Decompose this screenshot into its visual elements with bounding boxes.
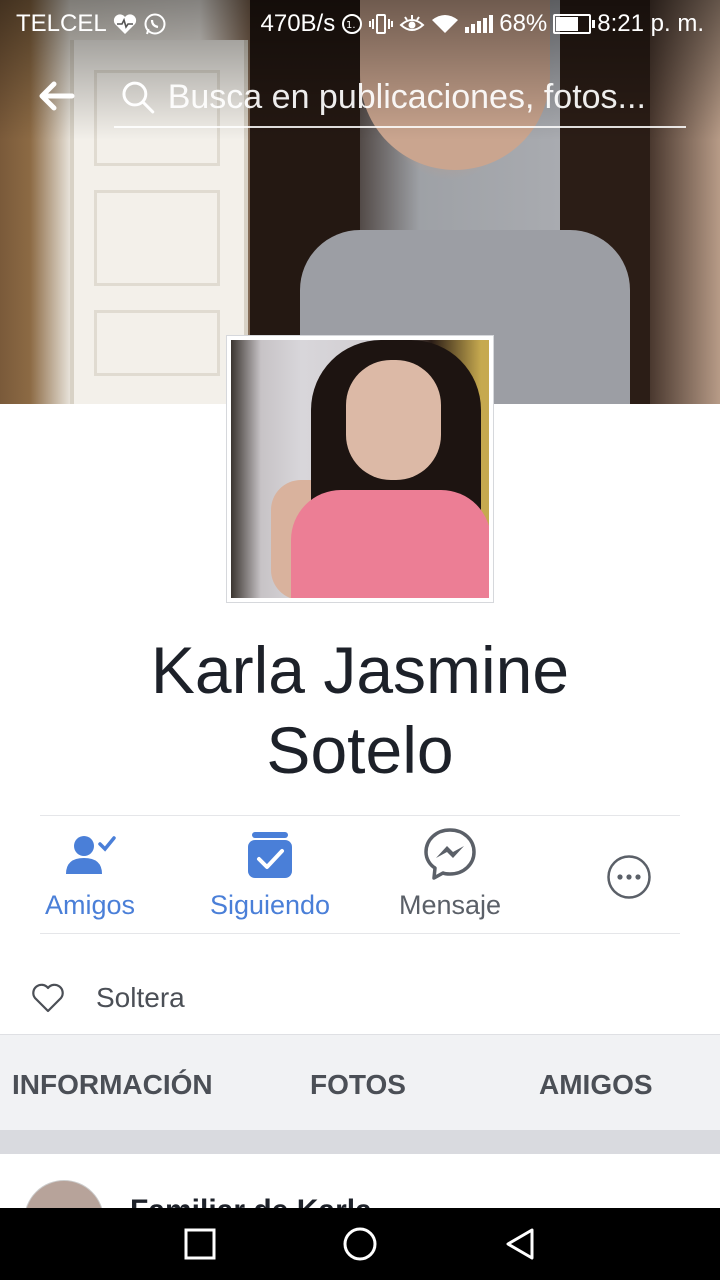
- relationship-row: Soltera: [30, 976, 185, 1020]
- search-bar[interactable]: [114, 68, 686, 128]
- back-triangle-icon[interactable]: [502, 1226, 538, 1262]
- messenger-icon: [424, 828, 476, 880]
- post-preview[interactable]: Familiar de Karla: [0, 1154, 720, 1208]
- profile-picture[interactable]: [226, 335, 494, 603]
- post-avatar[interactable]: [24, 1180, 104, 1208]
- post-author[interactable]: Familiar de Karla: [130, 1194, 372, 1208]
- health-heart-icon: [113, 14, 136, 35]
- following-check-icon: [248, 832, 292, 878]
- message-button[interactable]: Mensaje: [375, 816, 525, 934]
- search-icon: [122, 81, 155, 114]
- profile-name-line1: Karla Jasmine: [150, 633, 570, 707]
- profile-name-line2: Sotelo: [266, 713, 454, 787]
- back-arrow-icon[interactable]: [36, 78, 76, 114]
- clock: 8:21 p. m.: [597, 10, 704, 37]
- battery-percent: 68%: [499, 10, 548, 37]
- following-label: Siguiendo: [209, 890, 331, 920]
- whatsapp-icon: [144, 13, 166, 35]
- carrier-label: TELCEL: [16, 10, 107, 37]
- profile-name: Karla Jasmine Sotelo: [0, 630, 720, 790]
- tab-information[interactable]: INFORMACIÓN: [12, 1035, 213, 1131]
- battery-icon: [553, 14, 596, 34]
- section-divider: [0, 1130, 720, 1154]
- svg-text:1.: 1.: [346, 20, 356, 31]
- friends-check-icon: [66, 836, 116, 874]
- eye-comfort-icon: [399, 15, 425, 31]
- tab-photos[interactable]: FOTOS: [310, 1035, 406, 1131]
- profile-photo: [231, 340, 489, 598]
- friends-label: Amigos: [44, 890, 136, 920]
- recent-apps-icon[interactable]: [182, 1226, 218, 1262]
- network-speed: 470B/s: [260, 10, 336, 37]
- following-button[interactable]: Siguiendo: [195, 816, 345, 934]
- message-label: Mensaje: [398, 890, 502, 920]
- navigation-bar: [0, 1208, 720, 1280]
- data-saver-icon: 1.: [342, 14, 363, 34]
- wifi-icon: [432, 15, 459, 33]
- heart-icon: [32, 983, 64, 1013]
- profile-tabs: INFORMACIÓN FOTOS AMIGOS: [0, 1034, 720, 1130]
- home-icon[interactable]: [342, 1226, 378, 1262]
- status-bar: TELCEL 470B/s 1. 68% 8:21 p. m.: [0, 0, 720, 48]
- vibrate-icon: [369, 14, 394, 34]
- more-icon[interactable]: [606, 854, 652, 900]
- search-input[interactable]: [165, 76, 686, 118]
- tab-friends[interactable]: AMIGOS: [539, 1035, 653, 1131]
- friends-button[interactable]: Amigos: [15, 816, 165, 934]
- signal-icon: [465, 15, 494, 33]
- profile-actions: Amigos Siguiendo Mensaje: [40, 815, 680, 934]
- relationship-status: Soltera: [96, 982, 185, 1013]
